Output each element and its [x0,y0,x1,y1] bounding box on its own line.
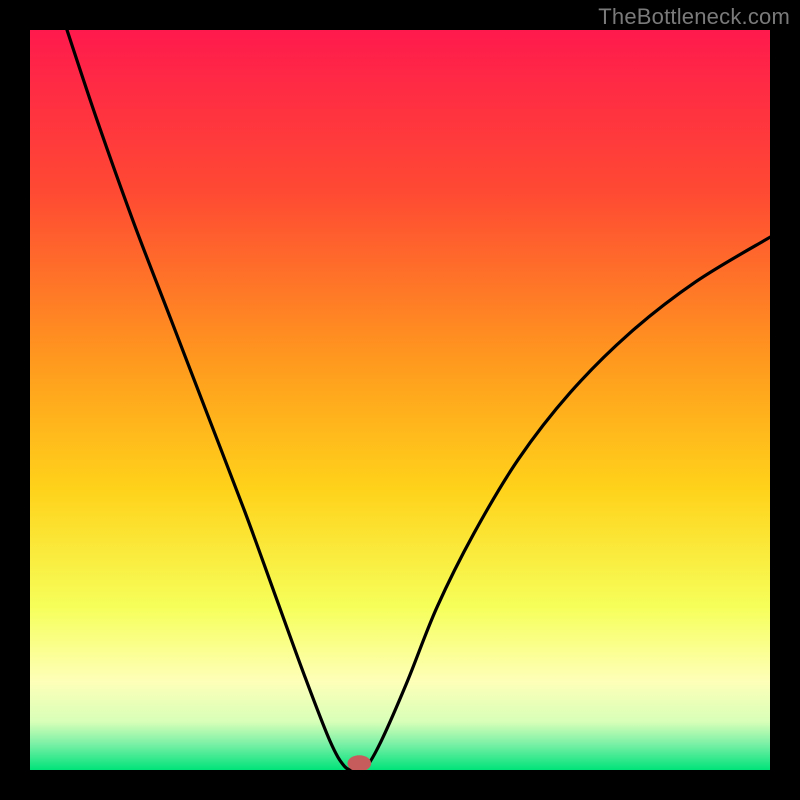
chart-frame: TheBottleneck.com [0,0,800,800]
gradient-background [30,30,770,770]
plot-area [30,30,770,770]
bottleneck-chart [30,30,770,770]
watermark-text: TheBottleneck.com [598,4,790,30]
